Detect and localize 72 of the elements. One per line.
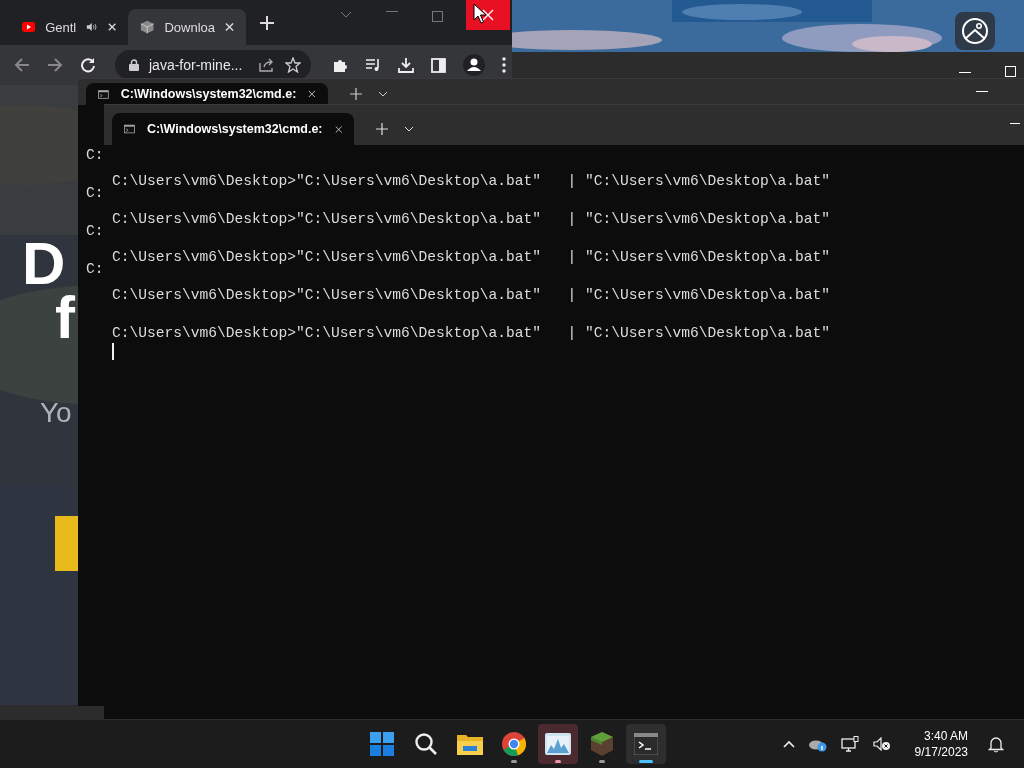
terminal-line: C:\Users\vm6\Desktop>"C:\Users\vm6\Desktop\a.bat" | "C:\Users\vm6\Desktop\a.bat" <box>112 324 832 343</box>
tab-title: Downloa <box>164 19 215 35</box>
media-icon[interactable] <box>365 58 381 72</box>
console-icon <box>98 88 109 100</box>
terminal-line: C:\Users\vm6\Desktop>"C:\Users\vm6\Desktop\a.bat" | "C:\Users\vm6\Desktop\a.bat" <box>112 248 832 267</box>
new-tab-icon[interactable] <box>376 123 388 135</box>
close-icon[interactable] <box>225 22 234 32</box>
terminal-line: C: <box>86 184 105 203</box>
text-cursor <box>112 343 114 360</box>
share-icon[interactable] <box>259 58 275 72</box>
forward-icon[interactable] <box>47 57 63 73</box>
muted-speaker-icon[interactable] <box>872 737 891 751</box>
terminal-line: C:\Users\vm6\Desktop>"C:\Users\vm6\Desktop\a.bat" | "C:\Users\vm6\Desktop\a.bat" <box>112 286 832 305</box>
taskbar-app[interactable] <box>626 724 666 764</box>
new-tab-icon[interactable] <box>260 15 274 30</box>
windows-logo-icon <box>370 732 394 756</box>
minimize-icon[interactable] <box>959 72 971 74</box>
network-icon[interactable] <box>840 736 859 752</box>
new-tab-icon[interactable] <box>350 88 362 100</box>
profile-icon[interactable] <box>463 54 485 76</box>
terminal-tab[interactable]: C:\Windows\system32\cmd.e: <box>86 83 328 105</box>
terminal-line: C: <box>86 146 105 165</box>
terminal-line: C:\Users\vm6\Desktop>"C:\Users\vm6\Desktop\a.bat" | "C:\Users\vm6\Desktop\a.bat" <box>112 172 832 191</box>
reload-icon[interactable] <box>80 57 96 73</box>
download-icon[interactable] <box>398 57 414 73</box>
terminal-line: C:\Users\vm6\Desktop>"C:\Users\vm6\Desktop\a.bat" | "C:\Users\vm6\Desktop\a.bat" <box>112 210 832 229</box>
url-text: java-for-mine... <box>149 57 244 73</box>
tab-title: C:\Windows\system32\cmd.e: <box>120 87 297 101</box>
cube-favicon-icon <box>140 19 155 35</box>
terminal-tab[interactable]: C:\Windows\system32\cmd.e: <box>112 113 354 145</box>
video-favicon-icon <box>22 21 36 33</box>
clock[interactable]: 3:40 AM 9/17/2023 <box>914 728 968 760</box>
page-heading: D <box>22 237 66 291</box>
console-icon <box>124 123 135 135</box>
close-icon <box>482 9 494 21</box>
minimize-icon[interactable] <box>976 91 988 93</box>
mouse-pointer-icon <box>473 3 487 25</box>
date-text: 9/17/2023 <box>914 744 968 760</box>
back-icon[interactable] <box>14 57 30 73</box>
terminal-line: C: <box>86 222 105 241</box>
menu-icon[interactable] <box>502 57 506 73</box>
terminal-line: C: <box>86 260 105 279</box>
close-icon[interactable] <box>334 123 342 135</box>
tab-title: C:\Windows\system32\cmd.e: <box>146 122 323 136</box>
landscape-icon <box>961 17 989 45</box>
speaker-icon <box>86 21 98 33</box>
browser-tab[interactable]: Downloa <box>128 9 246 45</box>
taskbar-app[interactable] <box>538 724 578 764</box>
folder-icon <box>457 733 483 755</box>
page-subtitle: Yo <box>40 397 72 429</box>
time-text: 3:40 AM <box>923 728 968 744</box>
puzzle-icon[interactable] <box>332 57 348 73</box>
page-heading: f <box>54 291 75 345</box>
address-bar[interactable]: java-for-mine... <box>115 50 311 80</box>
close-icon[interactable] <box>308 89 316 99</box>
chevron-up-icon[interactable] <box>782 740 795 748</box>
browser-logo-icon <box>502 732 526 756</box>
search-icon <box>414 732 438 756</box>
side-panel-icon[interactable] <box>431 57 446 73</box>
minimize-icon[interactable] <box>1010 123 1020 125</box>
visual-search-button[interactable] <box>955 12 995 50</box>
chevron-down-icon[interactable] <box>378 91 388 97</box>
close-button[interactable] <box>466 0 510 30</box>
bell-icon[interactable] <box>988 735 1004 753</box>
star-icon[interactable] <box>285 57 301 73</box>
close-icon[interactable] <box>107 22 116 32</box>
terminal-icon <box>634 733 658 755</box>
grass-block-icon <box>591 732 613 756</box>
browser-tab[interactable]: Gentl <box>10 9 128 45</box>
tab-title: Gentl <box>45 19 77 35</box>
chart-window-icon <box>545 733 571 755</box>
lock-icon <box>129 59 139 71</box>
